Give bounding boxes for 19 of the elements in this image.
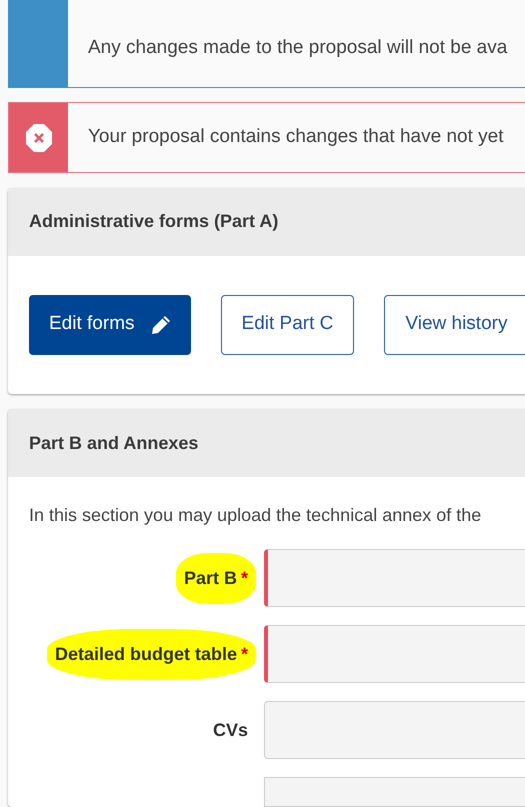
file-field[interactable] bbox=[264, 549, 525, 608]
error-icon bbox=[24, 122, 52, 153]
outline-button[interactable]: View history bbox=[384, 294, 525, 355]
alert-text: Your proposal contains changes that have not yet bbox=[88, 125, 504, 150]
field-label: Detailed budget table bbox=[54, 642, 237, 666]
file-field[interactable] bbox=[264, 777, 525, 807]
outline-button[interactable]: Edit Part C bbox=[220, 294, 354, 355]
card-title: Administrative forms (Part A) bbox=[29, 210, 278, 234]
pencil-icon bbox=[150, 314, 171, 335]
alert-text: Any changes made to the proposal will not be ava bbox=[88, 36, 508, 60]
card-title: Part B and Annexes bbox=[29, 432, 198, 455]
required-asterisk: * bbox=[240, 566, 248, 590]
file-field[interactable] bbox=[264, 625, 525, 684]
file-field[interactable] bbox=[264, 701, 525, 760]
required-asterisk: * bbox=[240, 642, 248, 666]
field-label: Part B bbox=[184, 566, 237, 590]
section-intro: In this section you may upload the technical annex of the bbox=[29, 504, 482, 528]
edit-forms-button[interactable]: Edit forms bbox=[29, 294, 191, 355]
field-label: CVs bbox=[212, 718, 248, 742]
